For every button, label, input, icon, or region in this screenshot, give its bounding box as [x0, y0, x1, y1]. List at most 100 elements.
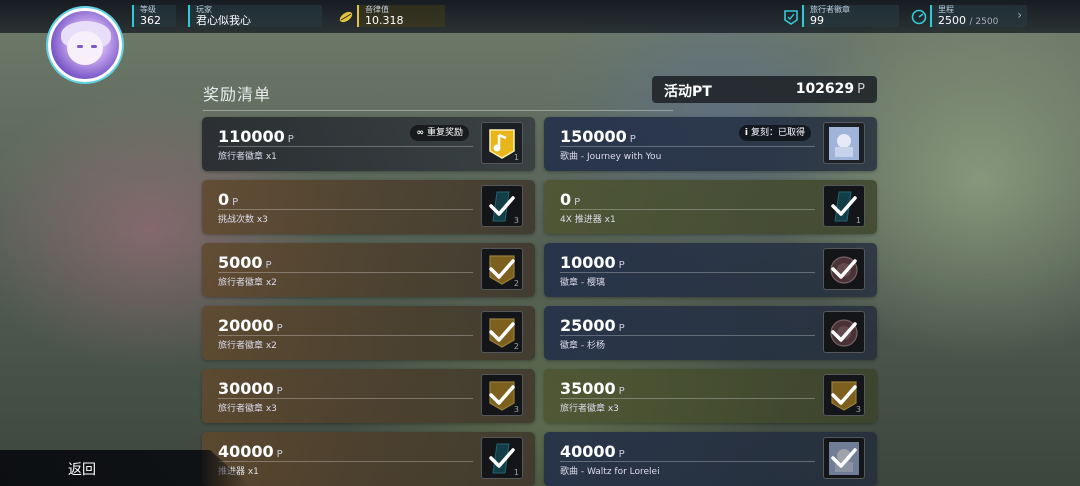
badge-icon[interactable]: 3: [481, 374, 523, 416]
top-bar: 等级 362 玩家 君心似我心 音律值 10.318 旅行者徽章 99 里程 2…: [0, 0, 1080, 33]
rhythm-value: 10.318: [365, 14, 404, 27]
reward-description: 4X 推进器 x1: [560, 215, 616, 225]
checkmark-icon: [824, 249, 864, 289]
music-note-icon-art: [489, 129, 515, 159]
reward-card[interactable]: 10000 P 徽章 - 樱璃: [544, 243, 877, 297]
reward-description: 歌曲 - Waltz for Lorelei: [560, 467, 660, 477]
title-divider: [203, 110, 673, 111]
reward-card[interactable]: 5000 P 旅行者徽章 x2 2: [202, 243, 535, 297]
reward-card[interactable]: 20000 P 旅行者徽章 x2 2: [202, 306, 535, 360]
badge-icon[interactable]: 2: [481, 248, 523, 290]
reward-description: 旅行者徽章 x1: [218, 152, 277, 162]
reward-tag-label: 重复奖励: [426, 128, 463, 138]
song-cover-icon[interactable]: [823, 122, 865, 164]
avatar-eye: [91, 45, 97, 48]
reward-count: 2: [513, 342, 519, 351]
activity-pt-box: 活动PT 102629 P: [652, 76, 877, 103]
card-divider: [218, 146, 473, 147]
reward-tag-label: 复刻：已取得: [750, 128, 805, 138]
ticket-icon[interactable]: 3: [481, 185, 523, 227]
reward-count: 1: [513, 153, 519, 162]
card-divider: [218, 272, 473, 273]
badge-icon[interactable]: 3: [823, 374, 865, 416]
ticket-icon[interactable]: 1: [481, 437, 523, 479]
song-cover-icon-art: [829, 127, 859, 160]
avatar-eye: [77, 45, 83, 48]
reward-points: 40000 P: [560, 442, 625, 461]
reward-description: 歌曲 - Journey with You: [560, 152, 662, 162]
ticket-icon[interactable]: 1: [823, 185, 865, 227]
emblem-icon[interactable]: [823, 311, 865, 353]
reward-points: 25000 P: [560, 316, 625, 335]
reward-description: 徽章 - 杉杨: [560, 341, 605, 351]
reward-tag[interactable]: i 复刻：已取得: [738, 125, 811, 141]
back-button[interactable]: 返回: [0, 450, 250, 486]
reward-points: 110000 P: [218, 127, 294, 146]
reward-count: 3: [513, 405, 519, 414]
reward-description: 徽章 - 樱璃: [560, 278, 605, 288]
reward-card[interactable]: 25000 P 徽章 - 杉杨: [544, 306, 877, 360]
reward-points: 0P: [560, 190, 581, 209]
mileage-stat[interactable]: 里程 2500 / 2500 ›: [930, 5, 1027, 27]
emblem-icon[interactable]: [823, 248, 865, 290]
checkmark-icon: [824, 438, 864, 478]
reward-card[interactable]: 40000 P 推进器 x1 1: [202, 432, 535, 486]
level-value: 362: [140, 14, 161, 27]
reward-card[interactable]: 0 P 4X 推进器 x1 1: [544, 180, 877, 234]
player-stat: 玩家 君心似我心: [188, 5, 322, 27]
rhythm-icon: [339, 11, 353, 23]
reward-count: 3: [513, 216, 519, 225]
music-note-icon[interactable]: 1: [481, 122, 523, 164]
avatar[interactable]: [48, 8, 122, 82]
mileage-value: 2500 / 2500: [938, 14, 999, 28]
reward-card[interactable]: 35000 P 旅行者徽章 x3 3: [544, 369, 877, 423]
checkmark-icon: [824, 312, 864, 352]
mileage-icon: [911, 9, 927, 25]
card-divider: [560, 461, 815, 462]
section-title: 奖励清单: [203, 85, 272, 104]
reward-points: 10000 P: [560, 253, 625, 272]
card-divider: [218, 461, 473, 462]
reward-description: 挑战次数 x3: [218, 215, 268, 225]
reward-card[interactable]: 30000 P 旅行者徽章 x3 3: [202, 369, 535, 423]
reward-tag[interactable]: ∞ 重复奖励: [410, 125, 469, 141]
card-divider: [218, 335, 473, 336]
reward-description: 旅行者徽章 x3: [560, 404, 619, 414]
reward-card[interactable]: 110000 P 旅行者徽章 x1 ∞ 重复奖励 1: [202, 117, 535, 171]
reward-points: 0P: [218, 190, 239, 209]
activity-pt-label: 活动PT: [664, 84, 712, 100]
info-icon: i: [744, 128, 748, 138]
song-cover-icon[interactable]: [823, 437, 865, 479]
card-divider: [218, 398, 473, 399]
reward-points: 5000 P: [218, 253, 272, 272]
card-divider: [218, 209, 473, 210]
reward-points: 30000 P: [218, 379, 283, 398]
reward-count: 2: [513, 279, 519, 288]
badge-value: 99: [810, 14, 824, 27]
badge-stat: 旅行者徽章 99: [802, 5, 899, 27]
reward-card[interactable]: 0 P 挑战次数 x3 3: [202, 180, 535, 234]
chevron-right-icon[interactable]: ›: [1017, 8, 1022, 22]
player-name: 君心似我心: [196, 14, 251, 27]
level-stat: 等级 362: [132, 5, 176, 27]
card-divider: [560, 209, 815, 210]
infinity-icon: ∞: [416, 128, 424, 138]
reward-description: 旅行者徽章 x2: [218, 278, 277, 288]
avatar-face: [67, 31, 103, 65]
reward-points: 40000 P: [218, 442, 283, 461]
card-divider: [560, 272, 815, 273]
reward-count: 3: [855, 405, 861, 414]
activity-pt-value: 102629 P: [795, 81, 865, 97]
reward-count: 1: [855, 216, 861, 225]
card-divider: [560, 335, 815, 336]
back-label: 返回: [68, 462, 96, 478]
card-divider: [560, 398, 815, 399]
badge-icon[interactable]: 2: [481, 311, 523, 353]
reward-card[interactable]: 40000 P 歌曲 - Waltz for Lorelei: [544, 432, 877, 486]
reward-points: 150000 P: [560, 127, 636, 146]
card-divider: [560, 146, 815, 147]
reward-count: 1: [513, 468, 519, 477]
reward-points: 20000 P: [218, 316, 283, 335]
reward-card[interactable]: 150000 P 歌曲 - Journey with You i 复刻：已取得: [544, 117, 877, 171]
reward-points: 35000 P: [560, 379, 625, 398]
